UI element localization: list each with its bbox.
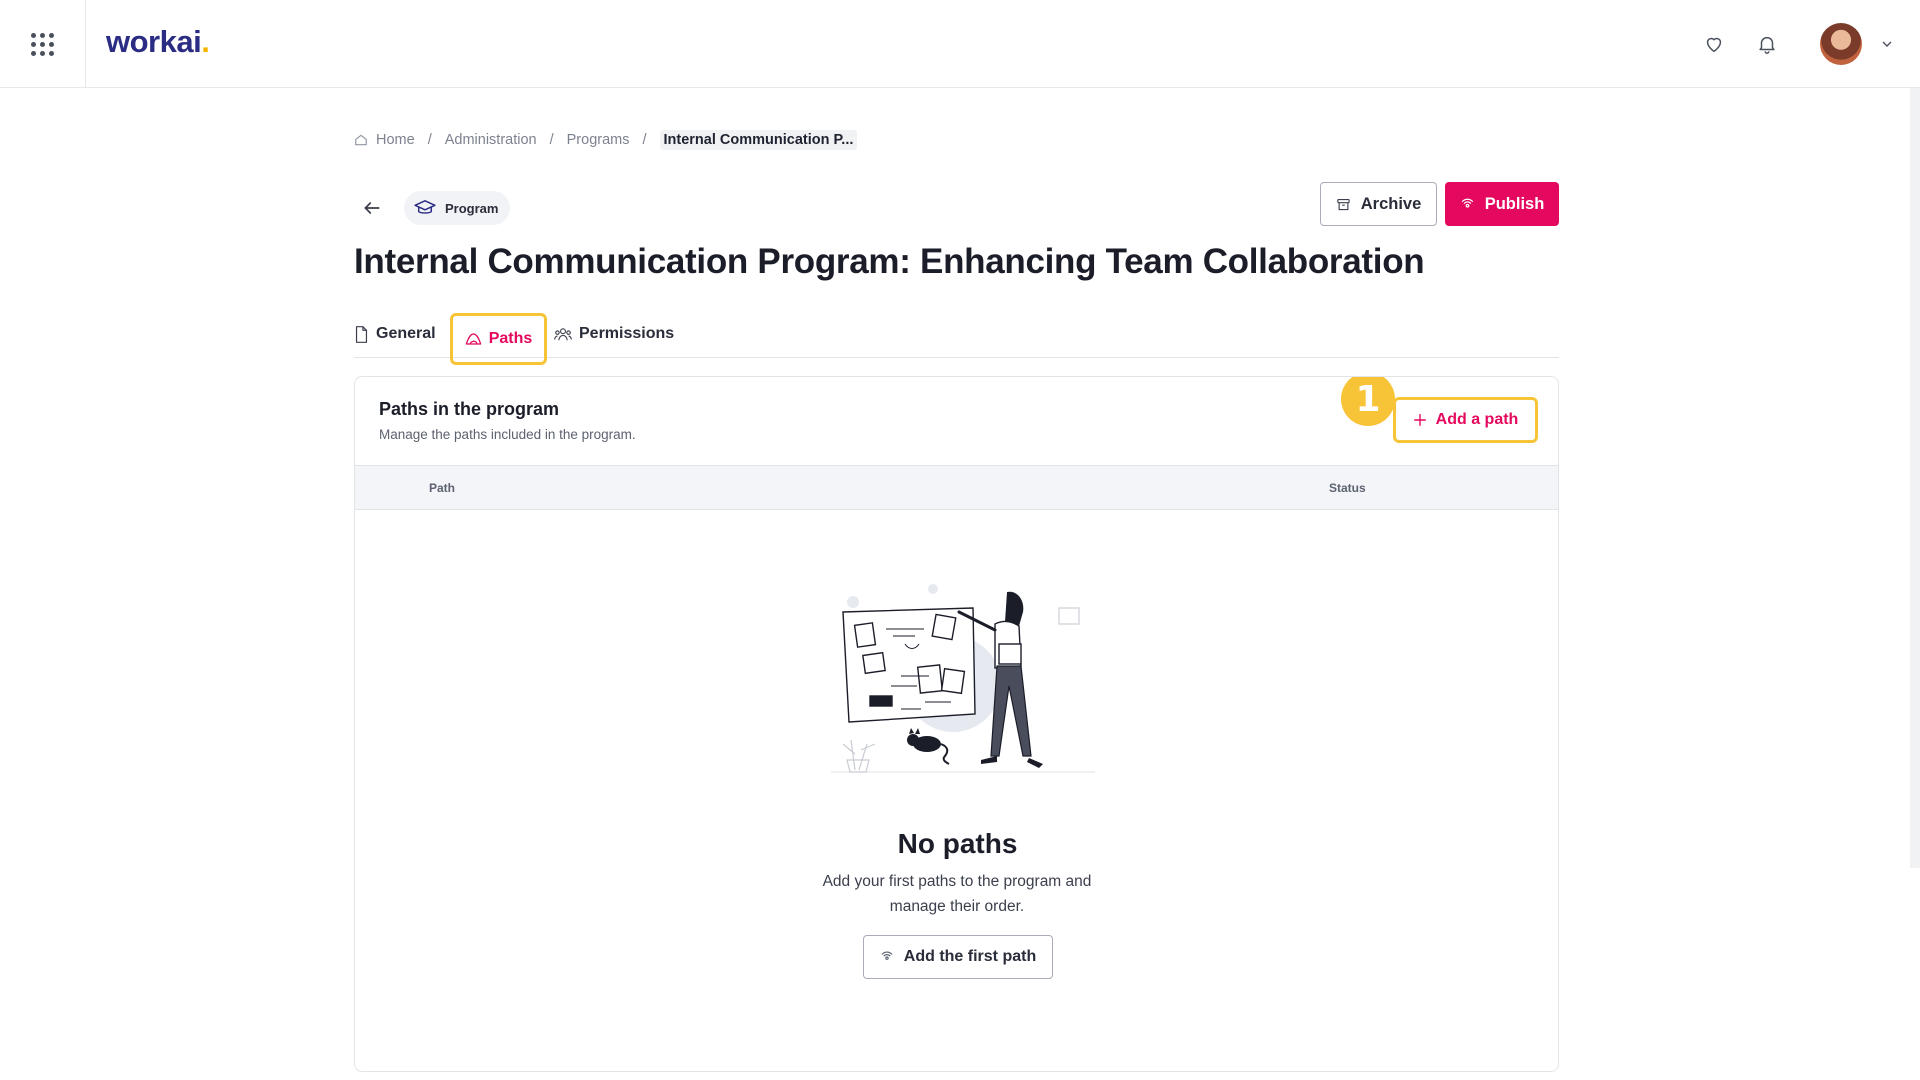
archive-button[interactable]: Archive [1320, 182, 1437, 226]
arrow-left-icon [364, 202, 380, 214]
paths-icon [465, 333, 481, 345]
apps-menu-button[interactable] [0, 0, 86, 88]
breadcrumb-home[interactable]: Home [376, 132, 415, 148]
archive-icon [1337, 198, 1350, 210]
user-menu-toggle[interactable] [1872, 24, 1902, 64]
tab-paths[interactable]: Paths [450, 313, 547, 365]
notifications-button[interactable] [1747, 24, 1787, 64]
empty-state-description: Add your first paths to the program and … [822, 873, 1092, 915]
archive-button-label: Archive [1360, 194, 1422, 213]
tab-permissions-label: Permissions [579, 325, 675, 342]
graduation-cap-icon [414, 200, 436, 214]
empty-state-illustration [831, 584, 1095, 773]
breadcrumb: Home / Administration / Programs / Inter… [354, 128, 858, 152]
document-icon [355, 325, 368, 343]
table-header: Path Status [355, 465, 1558, 510]
tab-bar: General Paths Permissions [354, 306, 1559, 365]
people-icon [554, 328, 572, 341]
favorites-button[interactable] [1694, 24, 1734, 64]
top-bar: workai. [0, 0, 1920, 88]
breadcrumb-administration[interactable]: Administration [445, 132, 537, 148]
tab-general[interactable]: General [354, 316, 436, 352]
workai-logo[interactable]: workai. [106, 24, 210, 60]
program-type-label: Program [445, 200, 499, 216]
step-number-badge: 1 [1341, 377, 1395, 426]
empty-state-title: No paths [897, 828, 1018, 859]
home-icon [354, 133, 368, 147]
publish-button[interactable]: Publish [1445, 182, 1559, 226]
breadcrumb-separator: / [549, 132, 554, 148]
add-path-label: Add a path [1435, 411, 1519, 428]
user-avatar[interactable] [1820, 23, 1862, 65]
plus-icon [1413, 414, 1426, 426]
tab-general-label: General [376, 325, 436, 342]
breadcrumb-programs[interactable]: Programs [567, 132, 630, 148]
add-path-button[interactable]: Add a path [1393, 397, 1538, 443]
cat-figure [907, 728, 950, 765]
panel-subtitle: Manage the paths included in the program… [379, 427, 636, 442]
add-first-path-button[interactable]: Add the first path [863, 935, 1053, 979]
page-title: Internal Communication Program: Enhancin… [354, 242, 1425, 281]
apps-grid-icon [31, 32, 54, 56]
breadcrumb-current: Internal Communication P... [659, 130, 858, 150]
broadcast-icon [881, 951, 893, 960]
column-header-status[interactable]: Status [1329, 481, 1366, 495]
back-button[interactable] [354, 190, 390, 226]
column-header-path[interactable]: Path [429, 481, 455, 495]
bell-icon [1759, 36, 1775, 54]
breadcrumb-separator: / [642, 132, 647, 148]
heart-icon [1706, 37, 1722, 53]
tab-paths-label: Paths [488, 330, 533, 347]
add-first-path-label: Add the first path [903, 948, 1037, 965]
panel-title: Paths in the program [379, 399, 560, 419]
breadcrumb-separator: / [427, 132, 432, 148]
scrollbar[interactable] [1910, 88, 1920, 868]
publish-button-label: Publish [1484, 194, 1545, 213]
program-type-chip: Program [404, 191, 511, 225]
top-right-actions [1694, 0, 1920, 88]
paths-panel: Paths in the program Manage the paths in… [354, 376, 1559, 1072]
chevron-down-icon [1882, 41, 1892, 47]
tab-permissions[interactable]: Permissions [554, 316, 674, 352]
broadcast-icon [1461, 198, 1473, 208]
